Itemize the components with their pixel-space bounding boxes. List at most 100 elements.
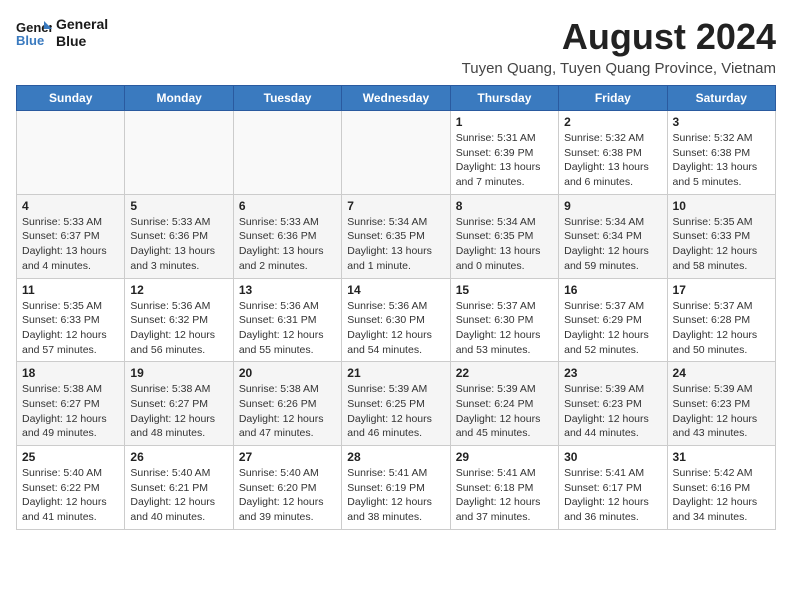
day-number: 30 (564, 450, 661, 464)
day-number: 3 (673, 115, 770, 129)
calendar-cell: 11Sunrise: 5:35 AM Sunset: 6:33 PM Dayli… (17, 278, 125, 362)
weekday-header-row: SundayMondayTuesdayWednesdayThursdayFrid… (17, 86, 776, 111)
calendar-cell: 5 Sunrise: 5:33 AM Sunset: 6:36 PM Daylig… (125, 194, 233, 278)
day-number: 31 (673, 450, 770, 464)
day-info: Sunrise: 5:34 AM Sunset: 6:35 PM Dayligh… (347, 215, 444, 274)
day-info: Sunrise: 5:39 AM Sunset: 6:23 PM Dayligh… (673, 382, 770, 441)
day-number: 19 (130, 366, 227, 380)
calendar-cell: 6 Sunrise: 5:33 AM Sunset: 6:36 PM Daylig… (233, 194, 341, 278)
svg-text:Blue: Blue (16, 33, 44, 47)
calendar-cell: 10Sunrise: 5:35 AM Sunset: 6:33 PM Dayli… (667, 194, 775, 278)
calendar-cell: 25 Sunrise: 5:40 AM Sunset: 6:22 PM Dayli… (17, 446, 125, 530)
day-number: 1 (456, 115, 553, 129)
title-area: August 2024 Tuyen Quang, Tuyen Quang Pro… (462, 16, 776, 77)
day-info: Sunrise: 5:42 AM Sunset: 6:16 PM Dayligh… (673, 466, 770, 525)
logo: General Blue General Blue (16, 16, 108, 50)
day-info: Sunrise: 5:38 AM Sunset: 6:27 PM Dayligh… (130, 382, 227, 441)
day-number: 22 (456, 366, 553, 380)
day-number: 13 (239, 283, 336, 297)
day-info: Sunrise: 5:39 AM Sunset: 6:24 PM Dayligh… (456, 382, 553, 441)
calendar-cell: 23 Sunrise: 5:39 AM Sunset: 6:23 PM Dayli… (559, 362, 667, 446)
day-info: Sunrise: 5:37 AM Sunset: 6:30 PM Dayligh… (456, 299, 553, 358)
calendar-cell: 31 Sunrise: 5:42 AM Sunset: 6:16 PM Dayli… (667, 446, 775, 530)
day-number: 15 (456, 283, 553, 297)
day-number: 4 (22, 199, 119, 213)
calendar-cell: 24 Sunrise: 5:39 AM Sunset: 6:23 PM Dayli… (667, 362, 775, 446)
day-number: 25 (22, 450, 119, 464)
day-info: Sunrise: 5:40 AM Sunset: 6:22 PM Dayligh… (22, 466, 119, 525)
calendar: SundayMondayTuesdayWednesdayThursdayFrid… (16, 85, 776, 530)
day-number: 16 (564, 283, 661, 297)
day-number: 7 (347, 199, 444, 213)
day-number: 2 (564, 115, 661, 129)
day-info: Sunrise: 5:33 AM Sunset: 6:36 PM Dayligh… (130, 215, 227, 274)
calendar-cell: 3 Sunrise: 5:32 AM Sunset: 6:38 PM Daylig… (667, 111, 775, 195)
logo-text-general: General (56, 16, 108, 33)
weekday-header-sunday: Sunday (17, 86, 125, 111)
calendar-cell: 8Sunrise: 5:34 AM Sunset: 6:35 PM Daylig… (450, 194, 558, 278)
day-info: Sunrise: 5:36 AM Sunset: 6:30 PM Dayligh… (347, 299, 444, 358)
day-number: 6 (239, 199, 336, 213)
day-info: Sunrise: 5:33 AM Sunset: 6:36 PM Dayligh… (239, 215, 336, 274)
day-number: 26 (130, 450, 227, 464)
calendar-cell (125, 111, 233, 195)
weekday-header-tuesday: Tuesday (233, 86, 341, 111)
calendar-cell: 2Sunrise: 5:32 AM Sunset: 6:38 PM Daylig… (559, 111, 667, 195)
calendar-cell: 7 Sunrise: 5:34 AM Sunset: 6:35 PM Daylig… (342, 194, 450, 278)
day-info: Sunrise: 5:38 AM Sunset: 6:27 PM Dayligh… (22, 382, 119, 441)
logo-icon: General Blue (16, 19, 52, 47)
calendar-cell: 20Sunrise: 5:38 AM Sunset: 6:26 PM Dayli… (233, 362, 341, 446)
day-number: 17 (673, 283, 770, 297)
calendar-cell: 30 Sunrise: 5:41 AM Sunset: 6:17 PM Dayli… (559, 446, 667, 530)
calendar-cell: 28Sunrise: 5:41 AM Sunset: 6:19 PM Dayli… (342, 446, 450, 530)
day-info: Sunrise: 5:35 AM Sunset: 6:33 PM Dayligh… (673, 215, 770, 274)
weekday-header-monday: Monday (125, 86, 233, 111)
day-info: Sunrise: 5:35 AM Sunset: 6:33 PM Dayligh… (22, 299, 119, 358)
day-number: 28 (347, 450, 444, 464)
day-info: Sunrise: 5:41 AM Sunset: 6:17 PM Dayligh… (564, 466, 661, 525)
logo-text-blue: Blue (56, 33, 108, 50)
calendar-cell: 15 Sunrise: 5:37 AM Sunset: 6:30 PM Dayli… (450, 278, 558, 362)
calendar-cell (233, 111, 341, 195)
day-info: Sunrise: 5:32 AM Sunset: 6:38 PM Dayligh… (673, 131, 770, 190)
calendar-cell: 19 Sunrise: 5:38 AM Sunset: 6:27 PM Dayli… (125, 362, 233, 446)
weekday-header-friday: Friday (559, 86, 667, 111)
day-info: Sunrise: 5:37 AM Sunset: 6:29 PM Dayligh… (564, 299, 661, 358)
day-info: Sunrise: 5:31 AM Sunset: 6:39 PM Dayligh… (456, 131, 553, 190)
day-number: 29 (456, 450, 553, 464)
calendar-cell: 16 Sunrise: 5:37 AM Sunset: 6:29 PM Dayli… (559, 278, 667, 362)
day-number: 20 (239, 366, 336, 380)
day-info: Sunrise: 5:41 AM Sunset: 6:18 PM Dayligh… (456, 466, 553, 525)
day-info: Sunrise: 5:37 AM Sunset: 6:28 PM Dayligh… (673, 299, 770, 358)
day-number: 8 (456, 199, 553, 213)
day-number: 23 (564, 366, 661, 380)
day-info: Sunrise: 5:40 AM Sunset: 6:20 PM Dayligh… (239, 466, 336, 525)
calendar-cell: 22 Sunrise: 5:39 AM Sunset: 6:24 PM Dayli… (450, 362, 558, 446)
calendar-cell: 29 Sunrise: 5:41 AM Sunset: 6:18 PM Dayli… (450, 446, 558, 530)
calendar-cell: 27Sunrise: 5:40 AM Sunset: 6:20 PM Dayli… (233, 446, 341, 530)
day-number: 21 (347, 366, 444, 380)
day-info: Sunrise: 5:39 AM Sunset: 6:25 PM Dayligh… (347, 382, 444, 441)
day-number: 24 (673, 366, 770, 380)
day-number: 9 (564, 199, 661, 213)
weekday-header-saturday: Saturday (667, 86, 775, 111)
day-info: Sunrise: 5:36 AM Sunset: 6:32 PM Dayligh… (130, 299, 227, 358)
week-row-2: 4 Sunrise: 5:33 AM Sunset: 6:37 PM Daylig… (17, 194, 776, 278)
calendar-cell: 21 Sunrise: 5:39 AM Sunset: 6:25 PM Dayli… (342, 362, 450, 446)
weekday-header-wednesday: Wednesday (342, 86, 450, 111)
day-number: 5 (130, 199, 227, 213)
calendar-cell: 26Sunrise: 5:40 AM Sunset: 6:21 PM Dayli… (125, 446, 233, 530)
weekday-header-thursday: Thursday (450, 86, 558, 111)
calendar-cell: 9 Sunrise: 5:34 AM Sunset: 6:34 PM Daylig… (559, 194, 667, 278)
calendar-cell (17, 111, 125, 195)
calendar-cell: 4 Sunrise: 5:33 AM Sunset: 6:37 PM Daylig… (17, 194, 125, 278)
day-info: Sunrise: 5:39 AM Sunset: 6:23 PM Dayligh… (564, 382, 661, 441)
day-number: 18 (22, 366, 119, 380)
day-info: Sunrise: 5:34 AM Sunset: 6:34 PM Dayligh… (564, 215, 661, 274)
day-info: Sunrise: 5:33 AM Sunset: 6:37 PM Dayligh… (22, 215, 119, 274)
week-row-5: 25 Sunrise: 5:40 AM Sunset: 6:22 PM Dayli… (17, 446, 776, 530)
week-row-4: 18 Sunrise: 5:38 AM Sunset: 6:27 PM Dayli… (17, 362, 776, 446)
day-number: 12 (130, 283, 227, 297)
calendar-cell (342, 111, 450, 195)
day-info: Sunrise: 5:36 AM Sunset: 6:31 PM Dayligh… (239, 299, 336, 358)
